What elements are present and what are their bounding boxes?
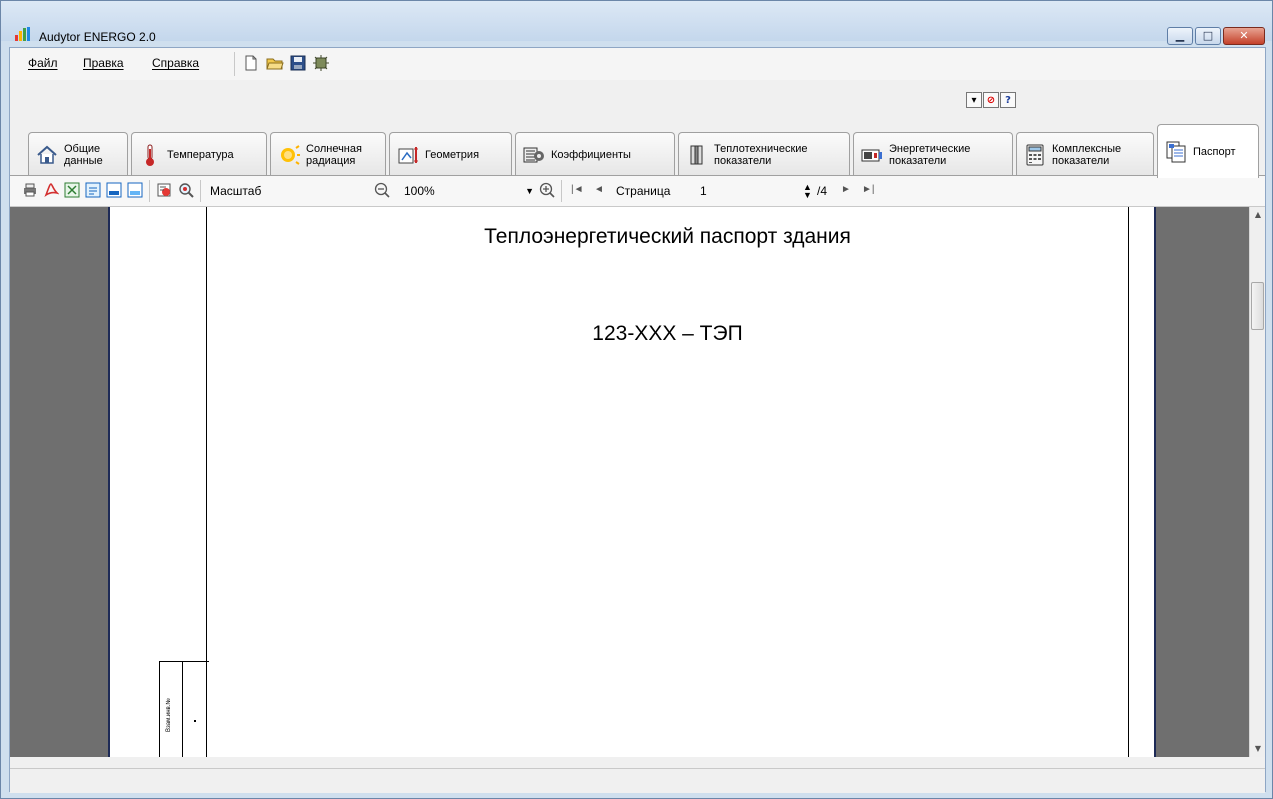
chevron-down-icon[interactable]: ▼ (525, 181, 534, 201)
tab-complex-indicators[interactable]: Комплексные показатели (1016, 132, 1154, 176)
toolbar-separator (200, 180, 201, 202)
report-page: Теплоэнергетический паспорт здания 123-X… (108, 207, 1156, 757)
maximize-icon: □ (1202, 29, 1214, 42)
tab-label: Геометрия (425, 148, 480, 161)
page-number-value: 1 (700, 184, 707, 198)
stamp-label: Взам.инв.№ (166, 698, 172, 732)
tab-label: Комплексные показатели (1052, 142, 1122, 167)
calculator-icon (1026, 144, 1044, 165)
previous-page-icon[interactable]: ◄ (594, 184, 604, 195)
toolbar-separator (561, 180, 562, 202)
tab-label: Теплотехнические показатели (714, 142, 808, 167)
coefficients-icon (523, 147, 544, 162)
find-icon[interactable] (178, 182, 194, 198)
home-icon (37, 145, 57, 164)
menu-help[interactable]: Справка (152, 56, 199, 70)
new-file-icon[interactable] (242, 54, 260, 72)
title-block-stamp: Взам.инв.№ (159, 661, 209, 757)
sun-icon (281, 144, 300, 165)
tab-strip: Общие данные Температура Солнечная радиа… (28, 122, 1268, 178)
app-logo-icon (15, 27, 33, 41)
rtf-export-icon[interactable] (85, 182, 101, 198)
page-number-input[interactable]: 1 (700, 181, 820, 201)
settings-icon[interactable] (312, 54, 330, 72)
report-toolbar: Масштаб 100% ▼ |◄ ◄ Страница 1 ▲ ▼ /4 ► ►… (10, 176, 1265, 207)
tab-geometry[interactable]: Геометрия (389, 132, 512, 176)
minimize-button[interactable]: ▁ (1167, 27, 1193, 45)
tab-temperature[interactable]: Температура (131, 132, 267, 176)
title-bar[interactable]: Audytor ENERGO 2.0 ▁ □ ✕ (1, 1, 1272, 45)
thermal-icon (690, 145, 703, 164)
page-setup-icon[interactable] (156, 182, 172, 198)
pdf-export-icon[interactable] (43, 182, 59, 198)
first-page-icon[interactable]: |◄ (571, 184, 584, 195)
jpg-export-icon[interactable] (127, 182, 143, 198)
tab-general-data[interactable]: Общие данные (28, 132, 128, 176)
tab-label: Энергетические показатели (889, 142, 971, 167)
tab-label: Солнечная радиация (306, 142, 362, 167)
bmp-export-icon[interactable] (106, 182, 122, 198)
page-label: Страница (616, 184, 671, 198)
maximize-button[interactable]: □ (1195, 27, 1221, 45)
top-band: ▾ ⊘ ? (10, 80, 1265, 122)
scroll-down-icon[interactable]: ▼ (1250, 741, 1266, 757)
scale-label: Масштаб (210, 184, 262, 198)
menu-edit[interactable]: Правка (83, 56, 124, 70)
next-page-icon[interactable]: ► (841, 184, 851, 195)
page-total: /4 (817, 184, 828, 198)
report-preview[interactable]: Теплоэнергетический паспорт здания 123-X… (10, 207, 1249, 757)
close-button[interactable]: ✕ (1223, 27, 1265, 45)
save-icon[interactable] (289, 54, 307, 72)
dropdown-icon[interactable]: ▾ (966, 92, 982, 108)
tab-passport[interactable]: Паспорт (1157, 124, 1259, 178)
stamp-mark (194, 720, 196, 722)
stamp-divider (182, 662, 183, 757)
zoom-select[interactable]: 100% ▼ (404, 181, 534, 201)
zoom-out-icon[interactable] (374, 182, 390, 198)
tab-label: Общие данные (64, 142, 103, 167)
scrollbar-thumb[interactable] (1251, 282, 1264, 330)
menu-file[interactable]: Файл (28, 56, 58, 70)
toolbar-separator (149, 180, 150, 202)
tab-coefficients[interactable]: Коэффициенты (515, 132, 675, 176)
tab-label: Паспорт (1193, 145, 1236, 158)
menu-separator (234, 52, 235, 76)
tab-label: Температура (167, 148, 234, 161)
tab-solar-radiation[interactable]: Солнечная радиация (270, 132, 386, 176)
document-title: Теплоэнергетический паспорт здания (484, 225, 851, 248)
window-title: Audytor ENERGO 2.0 (39, 30, 156, 44)
vertical-scrollbar[interactable]: ▲ ▼ (1249, 207, 1265, 757)
close-icon: ✕ (1239, 29, 1249, 42)
app-window: Audytor ENERGO 2.0 ▁ □ ✕ Файл Правка Спр… (0, 0, 1273, 799)
geometry-icon (398, 146, 418, 163)
tab-label: Коэффициенты (551, 148, 631, 161)
scroll-up-icon[interactable]: ▲ (1250, 207, 1266, 223)
client-area: Файл Правка Справка ▾ ⊘ ? Общие данные Т… (9, 47, 1268, 793)
stop-icon[interactable]: ⊘ (983, 92, 999, 108)
print-icon[interactable] (22, 182, 38, 198)
document-code: 123-XXX – ТЭП (592, 322, 743, 345)
page-stepper-icon[interactable]: ▲ ▼ (803, 183, 812, 200)
tab-thermal-indicators[interactable]: Теплотехнические показатели (678, 132, 850, 176)
passport-icon (1166, 141, 1186, 162)
last-page-icon[interactable]: ►| (862, 184, 875, 195)
page-frame-right (1128, 207, 1129, 757)
menu-bar: Файл Правка Справка (10, 48, 1265, 81)
zoom-value: 100% (404, 184, 435, 198)
tab-energy-indicators[interactable]: Энергетические показатели (853, 132, 1013, 176)
help-icon[interactable]: ? (1000, 92, 1016, 108)
energy-icon (861, 149, 882, 161)
zoom-in-icon[interactable] (539, 182, 555, 198)
open-folder-icon[interactable] (266, 54, 284, 72)
status-bar (10, 768, 1265, 793)
minimize-icon: ▁ (1175, 29, 1185, 42)
thermometer-icon (146, 144, 154, 166)
excel-export-icon[interactable] (64, 182, 80, 198)
